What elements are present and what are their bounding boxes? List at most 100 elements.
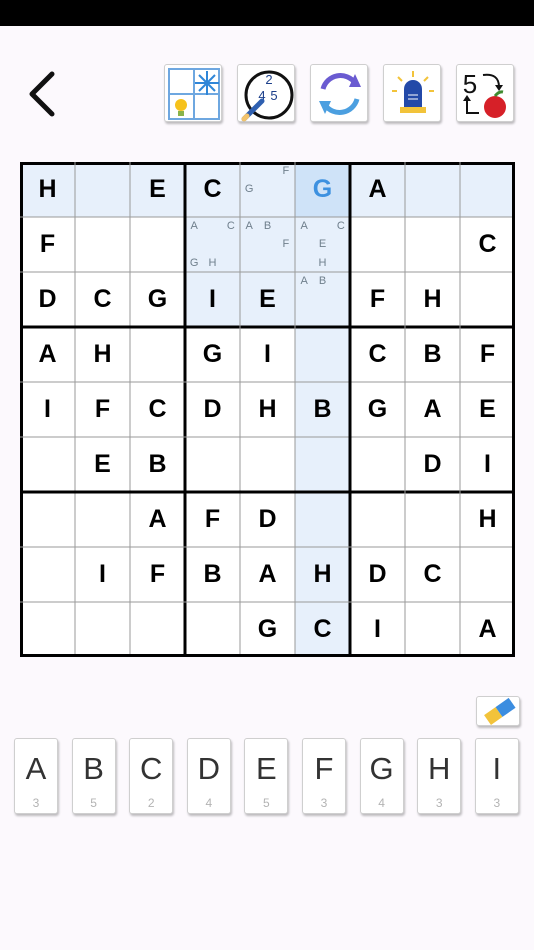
cell-r5c1[interactable]: I	[20, 382, 75, 437]
cell-r2c4[interactable]: A C GH	[185, 217, 240, 272]
cell-r3c7[interactable]: F	[350, 272, 405, 327]
key-b[interactable]: B5	[71, 738, 116, 814]
cell-r2c9[interactable]: C	[460, 217, 515, 272]
cell-r7c7[interactable]	[350, 492, 405, 547]
cell-r4c6[interactable]	[295, 327, 350, 382]
cell-r7c1[interactable]	[20, 492, 75, 547]
cell-r6c5[interactable]	[240, 437, 295, 492]
cell-value: H	[313, 560, 332, 588]
cell-r7c3[interactable]: A	[130, 492, 185, 547]
cell-r4c2[interactable]: H	[75, 327, 130, 382]
cell-r6c4[interactable]	[185, 437, 240, 492]
cell-r6c9[interactable]: I	[460, 437, 515, 492]
cell-r4c9[interactable]: F	[460, 327, 515, 382]
cell-r3c5[interactable]: E	[240, 272, 295, 327]
cell-r8c3[interactable]: F	[130, 547, 185, 602]
cell-r5c7[interactable]: G	[350, 382, 405, 437]
cell-r8c7[interactable]: D	[350, 547, 405, 602]
back-button[interactable]	[22, 66, 70, 122]
cell-r9c9[interactable]: A	[460, 602, 515, 657]
cell-r8c5[interactable]: A	[240, 547, 295, 602]
cell-r7c5[interactable]: D	[240, 492, 295, 547]
cell-r3c4[interactable]: I	[185, 272, 240, 327]
cell-r6c8[interactable]: D	[405, 437, 460, 492]
hint-tool-button[interactable]	[164, 64, 222, 122]
cell-r8c1[interactable]	[20, 547, 75, 602]
cell-r4c8[interactable]: B	[405, 327, 460, 382]
key-d[interactable]: D4	[186, 738, 231, 814]
key-h[interactable]: H3	[417, 738, 462, 814]
cell-r1c7[interactable]: A	[350, 162, 405, 217]
cell-r9c7[interactable]: I	[350, 602, 405, 657]
cell-r6c3[interactable]: B	[130, 437, 185, 492]
cell-r1c9[interactable]	[460, 162, 515, 217]
cell-r4c7[interactable]: C	[350, 327, 405, 382]
cell-r9c4[interactable]	[185, 602, 240, 657]
cell-r5c9[interactable]: E	[460, 382, 515, 437]
cell-r4c1[interactable]: A	[20, 327, 75, 382]
cell-r5c2[interactable]: F	[75, 382, 130, 437]
cell-r3c1[interactable]: D	[20, 272, 75, 327]
cell-r8c4[interactable]: B	[185, 547, 240, 602]
key-g[interactable]: G4	[359, 738, 404, 814]
cell-r7c2[interactable]	[75, 492, 130, 547]
cell-r4c4[interactable]: G	[185, 327, 240, 382]
cell-r6c1[interactable]	[20, 437, 75, 492]
cell-r8c2[interactable]: I	[75, 547, 130, 602]
cell-r2c5[interactable]: ABF	[240, 217, 295, 272]
key-i[interactable]: I3	[474, 738, 519, 814]
cell-r5c6[interactable]: B	[295, 382, 350, 437]
cell-r2c2[interactable]	[75, 217, 130, 272]
cell-r5c3[interactable]: C	[130, 382, 185, 437]
cell-r9c3[interactable]	[130, 602, 185, 657]
cell-r3c8[interactable]: H	[405, 272, 460, 327]
key-a[interactable]: A3	[14, 738, 58, 814]
cell-r5c8[interactable]: A	[405, 382, 460, 437]
cell-r2c7[interactable]	[350, 217, 405, 272]
key-e[interactable]: E5	[244, 738, 289, 814]
cell-r3c3[interactable]: G	[130, 272, 185, 327]
cell-r3c2[interactable]: C	[75, 272, 130, 327]
cell-r4c3[interactable]	[130, 327, 185, 382]
cell-r9c8[interactable]	[405, 602, 460, 657]
cell-r1c3[interactable]: E	[130, 162, 185, 217]
notes-tool-button[interactable]: 2 4 5	[237, 64, 295, 122]
cell-r3c6[interactable]: AB	[295, 272, 350, 327]
cell-value: H	[38, 175, 57, 203]
cell-r8c8[interactable]: C	[405, 547, 460, 602]
cell-r2c3[interactable]	[130, 217, 185, 272]
cell-r9c5[interactable]: G	[240, 602, 295, 657]
cell-r7c8[interactable]	[405, 492, 460, 547]
cell-r8c6[interactable]: H	[295, 547, 350, 602]
key-f[interactable]: F3	[302, 738, 346, 814]
counter-tool-button[interactable]: 5	[456, 64, 514, 122]
cell-r5c4[interactable]: D	[185, 382, 240, 437]
cell-r1c1[interactable]: H	[20, 162, 75, 217]
cell-r6c7[interactable]	[350, 437, 405, 492]
note-mark: A	[300, 275, 308, 288]
cell-r1c8[interactable]	[405, 162, 460, 217]
cell-r4c5[interactable]: I	[240, 327, 295, 382]
cell-r1c5[interactable]: FG	[240, 162, 295, 217]
key-c[interactable]: C2	[129, 738, 174, 814]
cell-r6c6[interactable]	[295, 437, 350, 492]
restart-tool-button[interactable]	[310, 64, 368, 122]
cell-r2c8[interactable]	[405, 217, 460, 272]
cell-r6c2[interactable]: E	[75, 437, 130, 492]
cell-r5c5[interactable]: H	[240, 382, 295, 437]
cell-r2c1[interactable]: F	[20, 217, 75, 272]
cell-r2c6[interactable]: A CEH	[295, 217, 350, 272]
cell-r7c6[interactable]	[295, 492, 350, 547]
cell-r1c6[interactable]: G	[295, 162, 350, 217]
cell-r7c4[interactable]: F	[185, 492, 240, 547]
eraser-button[interactable]	[476, 696, 520, 726]
cell-r7c9[interactable]: H	[460, 492, 515, 547]
cell-r3c9[interactable]	[460, 272, 515, 327]
cell-r9c1[interactable]	[20, 602, 75, 657]
alarm-tool-button[interactable]	[383, 64, 441, 122]
cell-r1c2[interactable]	[75, 162, 130, 217]
cell-r9c2[interactable]	[75, 602, 130, 657]
cell-r8c9[interactable]	[460, 547, 515, 602]
cell-r9c6[interactable]: C	[295, 602, 350, 657]
cell-r1c4[interactable]: C	[185, 162, 240, 217]
